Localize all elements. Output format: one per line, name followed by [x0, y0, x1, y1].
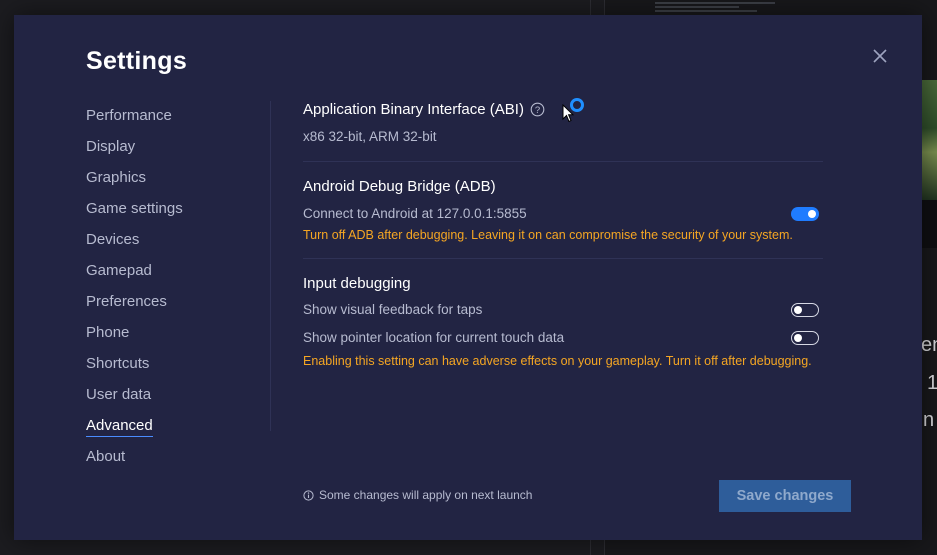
nav-item-about[interactable]: About — [86, 444, 183, 475]
pointer-location-label: Show pointer location for current touch … — [303, 330, 565, 345]
nav-item-graphics[interactable]: Graphics — [86, 165, 183, 196]
adb-connect-row: Connect to Android at 127.0.0.1:5855 — [303, 200, 823, 228]
background-thumbnail — [922, 200, 937, 248]
section-divider — [303, 161, 823, 162]
nav-item-label: About — [86, 448, 126, 465]
toggle-knob — [794, 305, 802, 314]
background-text: n — [923, 409, 935, 431]
help-icon[interactable]: ? — [530, 102, 545, 124]
nav-item-performance[interactable]: Performance — [86, 103, 183, 134]
advanced-settings-panel: Application Binary Interface (ABI)? x86 … — [303, 99, 823, 368]
settings-dialog: Settings Performance Display Graphics Ga… — [14, 15, 922, 540]
nav-item-phone[interactable]: Phone — [86, 320, 183, 351]
nav-item-shortcuts[interactable]: Shortcuts — [86, 351, 183, 382]
background-thumbnail — [922, 80, 937, 200]
nav-item-devices[interactable]: Devices — [86, 227, 183, 258]
adb-connect-label: Connect to Android at 127.0.0.1:5855 — [303, 206, 527, 221]
nav-item-display[interactable]: Display — [86, 134, 183, 165]
nav-item-user-data[interactable]: User data — [86, 382, 183, 413]
save-changes-button[interactable]: Save changes — [719, 480, 851, 512]
nav-item-advanced[interactable]: Advanced — [86, 413, 183, 444]
nav-item-label: Phone — [86, 324, 130, 341]
nav-item-label: Performance — [86, 107, 172, 124]
dialog-title: Settings — [86, 47, 188, 75]
nav-item-label: Game settings — [86, 200, 183, 217]
info-icon — [303, 490, 314, 501]
nav-item-preferences[interactable]: Preferences — [86, 289, 183, 320]
nav-item-label: Shortcuts — [86, 355, 150, 372]
adb-warning: Turn off ADB after debugging. Leaving it… — [303, 228, 793, 242]
pointer-location-row: Show pointer location for current touch … — [303, 324, 823, 352]
nav-item-label: Graphics — [86, 169, 147, 186]
background-file-list — [655, 0, 775, 14]
nav-item-label: Devices — [86, 231, 140, 248]
restart-note: Some changes will apply on next launch — [303, 488, 532, 502]
toggle-knob — [794, 333, 802, 342]
nav-item-label: Gamepad — [86, 262, 152, 279]
abi-value: x86 32-bit, ARM 32-bit — [303, 129, 437, 144]
settings-nav: Performance Display Graphics Game settin… — [86, 103, 183, 475]
visual-feedback-row: Show visual feedback for taps — [303, 296, 823, 324]
background-text: en — [921, 334, 937, 356]
loading-spinner-icon — [570, 98, 584, 112]
pointer-location-toggle[interactable] — [791, 331, 819, 345]
visual-feedback-toggle[interactable] — [791, 303, 819, 317]
restart-note-text: Some changes will apply on next launch — [319, 488, 533, 502]
svg-text:?: ? — [535, 105, 540, 116]
nav-item-label: Display — [86, 138, 136, 155]
nav-item-label: Advanced — [86, 417, 153, 437]
nav-item-label: Preferences — [86, 293, 167, 310]
background-text: 1 — [927, 372, 937, 394]
close-button[interactable] — [870, 46, 890, 66]
section-divider — [303, 258, 823, 259]
nav-item-game-settings[interactable]: Game settings — [86, 196, 183, 227]
nav-item-label: User data — [86, 386, 152, 403]
adb-title: Android Debug Bridge (ADB) — [303, 178, 496, 195]
toggle-knob — [808, 210, 816, 218]
close-icon — [873, 49, 887, 63]
input-debugging-warning: Enabling this setting can have adverse e… — [303, 354, 812, 368]
input-debugging-title: Input debugging — [303, 275, 411, 292]
nav-divider — [270, 101, 271, 431]
visual-feedback-label: Show visual feedback for taps — [303, 302, 483, 317]
abi-title: Application Binary Interface (ABI) — [303, 101, 524, 118]
nav-item-gamepad[interactable]: Gamepad — [86, 258, 183, 289]
adb-toggle[interactable] — [791, 207, 819, 221]
